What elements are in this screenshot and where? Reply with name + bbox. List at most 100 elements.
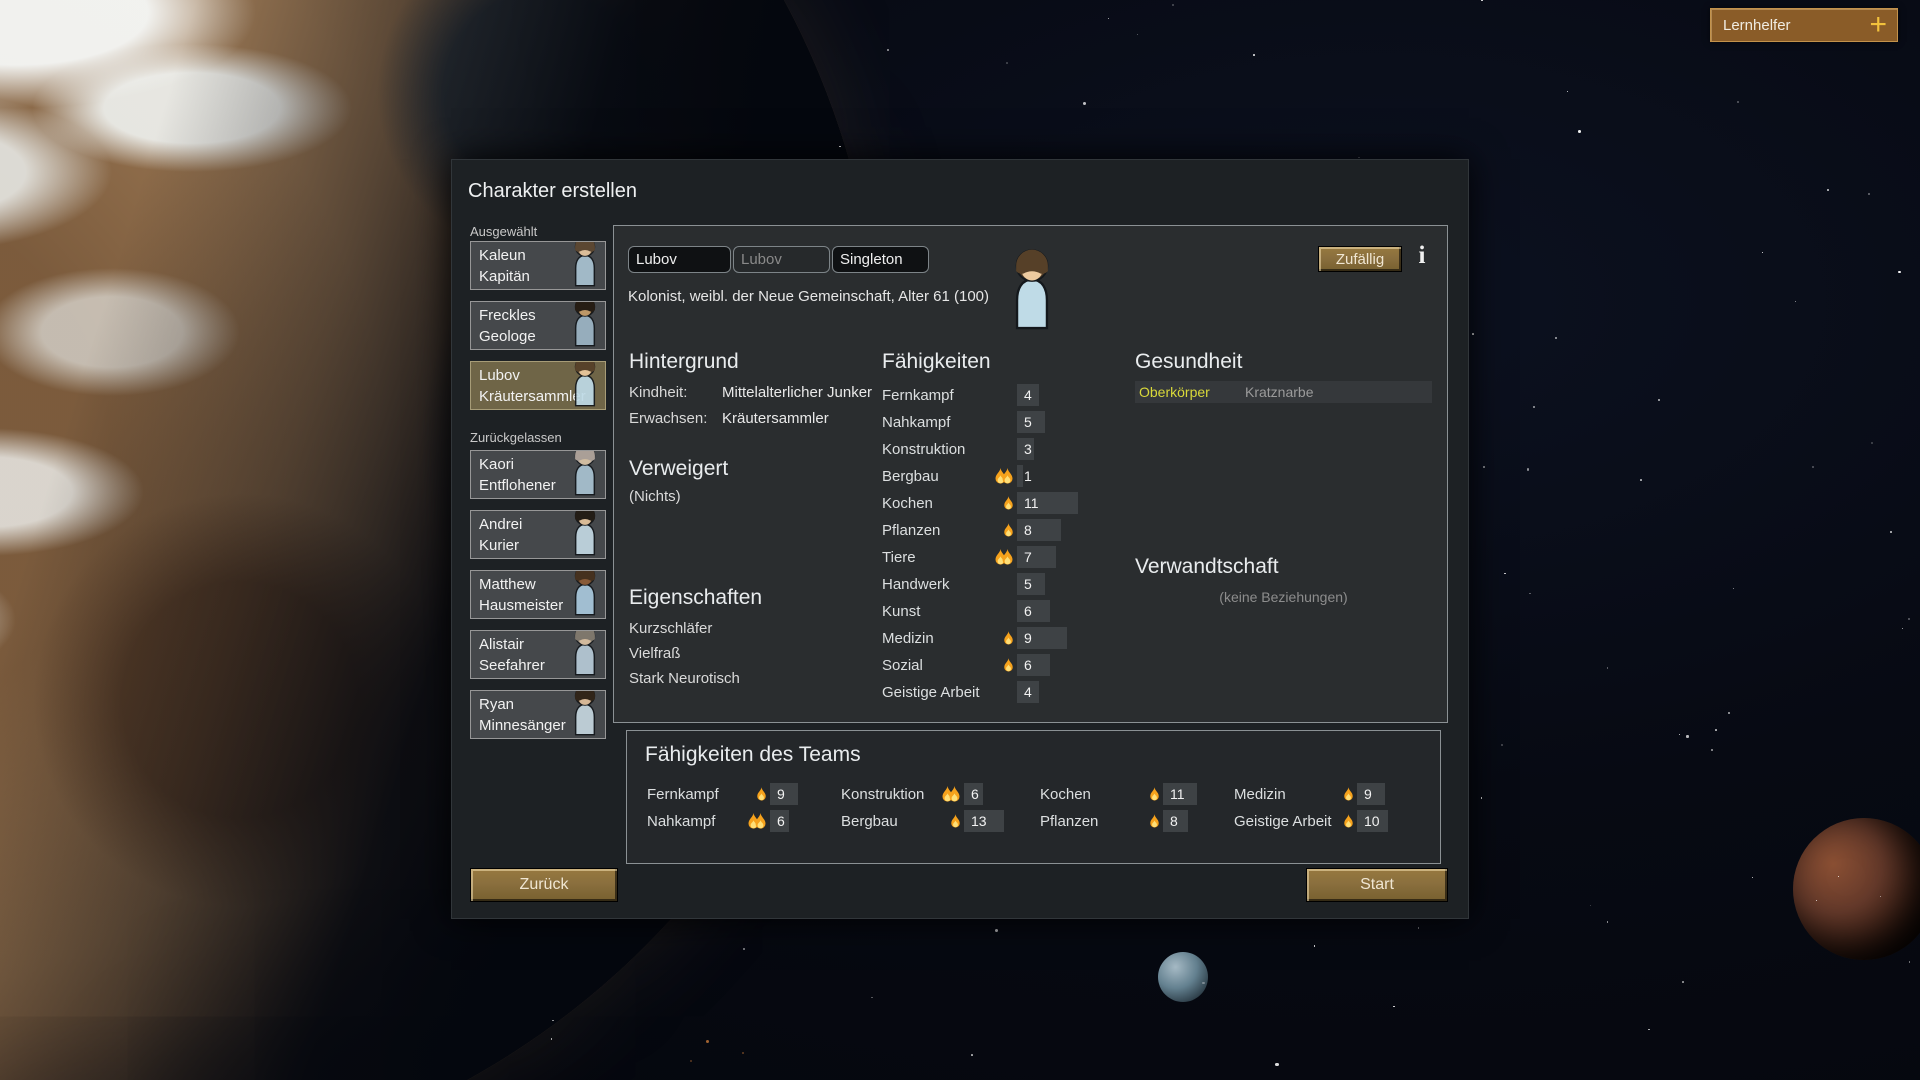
health-bodypart: Oberkörper xyxy=(1139,384,1210,400)
start-button[interactable]: Start xyxy=(1306,868,1448,902)
star xyxy=(1732,588,1734,590)
skill-value: 4 xyxy=(1024,684,1032,700)
star xyxy=(1681,980,1684,983)
skill-level-bar: 6 xyxy=(770,810,789,832)
star xyxy=(1870,442,1873,445)
roster-entry[interactable]: Lubov Kräutersammler xyxy=(470,361,606,410)
incapable-value: (Nichts) xyxy=(629,488,681,505)
childhood-value: Mittelalterlicher Junker xyxy=(722,384,873,401)
pawn-portrait-icon xyxy=(563,302,605,349)
roster-entry[interactable]: Matthew Hausmeister xyxy=(470,570,606,619)
roster-entry[interactable]: Kaori Entflohener xyxy=(470,450,606,499)
trait-item: Stark Neurotisch xyxy=(629,670,740,687)
star xyxy=(1108,17,1110,19)
passion-minor-icon xyxy=(1328,786,1354,802)
expand-plus-icon[interactable]: + xyxy=(1869,10,1887,40)
skill-level-bar: 9 xyxy=(770,783,798,805)
star xyxy=(1879,895,1882,897)
skill-level-bar: 7 xyxy=(1017,546,1056,568)
learning-helper-panel: Lernhelfer + xyxy=(1710,8,1898,42)
roster-entry-role: Seefahrer xyxy=(479,657,545,674)
roster-entry[interactable]: Freckles Geologe xyxy=(470,301,606,350)
skill-row: Nahkampf 5 xyxy=(882,411,1078,433)
skill-level-bar: 4 xyxy=(1017,681,1039,703)
character-creation-dialog: Charakter erstellen Ausgewählt Kaleun Kap… xyxy=(451,159,1469,919)
skill-label: Pflanzen xyxy=(1040,812,1099,830)
skills-column: Fähigkeiten Fernkampf 4 Nahkampf 5 Konstrukt… xyxy=(882,350,1132,710)
skill-level-bar: 8 xyxy=(1163,810,1188,832)
team-skills-column: Konstruktion 6 Bergbau 13 xyxy=(841,783,1004,837)
back-button[interactable]: Zurück xyxy=(470,868,618,902)
skill-value: 6 xyxy=(1024,603,1032,619)
roster-entry[interactable]: Andrei Kurier xyxy=(470,510,606,559)
roster-entry-name: Alistair xyxy=(479,636,525,653)
health-row: Oberkörper Kratznarbe xyxy=(1135,381,1432,403)
passion-major-icon xyxy=(982,548,1014,566)
skill-value: 10 xyxy=(1364,813,1380,829)
background-column: Hintergrund Kindheit: Mittelalterlicher … xyxy=(629,350,879,710)
star xyxy=(1202,981,1205,985)
skill-value: 11 xyxy=(1170,786,1185,802)
star xyxy=(1761,251,1763,254)
roster-entry-text: Matthew Hausmeister xyxy=(479,574,563,616)
roster-entry[interactable]: Ryan Minnesänger xyxy=(470,690,606,739)
skill-label: Kochen xyxy=(1040,785,1091,803)
first-name-input[interactable] xyxy=(628,246,731,273)
dialog-title: Charakter erstellen xyxy=(468,180,637,202)
info-icon[interactable]: i xyxy=(1414,242,1430,270)
passion-minor-icon xyxy=(935,813,961,829)
skill-level-bar: 6 xyxy=(1017,600,1050,622)
moon xyxy=(1793,818,1920,960)
roster-leftbehind-header: Zurückgelassen xyxy=(470,430,562,445)
skill-row: Kochen 11 xyxy=(1040,783,1197,805)
passion-major-icon xyxy=(982,467,1014,485)
star xyxy=(1172,4,1175,7)
randomize-button[interactable]: Zufällig xyxy=(1318,246,1402,272)
passion-minor-icon xyxy=(982,630,1014,646)
skill-value: 8 xyxy=(1024,522,1032,538)
star xyxy=(1898,270,1901,273)
skill-label: Kunst xyxy=(882,602,921,620)
skill-label: Konstruktion xyxy=(882,440,966,458)
roster-entry-text: Andrei Kurier xyxy=(479,514,522,556)
skill-row: Handwerk 5 xyxy=(882,573,1078,595)
pawn-portrait-icon xyxy=(563,631,605,678)
skill-row: Medizin 9 xyxy=(1234,783,1388,805)
roster-entry-role: Entflohener xyxy=(479,477,556,494)
roster-entry-name: Kaleun xyxy=(479,247,526,264)
skill-level-bar: 13 xyxy=(964,810,1004,832)
team-skills-panel: Fähigkeiten des Teams Fernkampf 9 Nahkampf… xyxy=(626,730,1441,864)
pawn-portrait-icon xyxy=(563,451,605,498)
star xyxy=(1393,1005,1396,1008)
star xyxy=(1555,336,1557,339)
childhood-label: Kindheit: xyxy=(629,384,688,401)
star xyxy=(1253,53,1255,56)
star xyxy=(1811,465,1815,468)
roster-entry[interactable]: Kaleun Kapitän xyxy=(470,241,606,290)
skill-row: Fernkampf 9 xyxy=(647,783,798,805)
skill-row: Fernkampf 4 xyxy=(882,384,1078,406)
health-condition: Kratznarbe xyxy=(1245,384,1314,400)
pawn-portrait-icon xyxy=(563,691,605,738)
skill-value: 4 xyxy=(1024,387,1032,403)
star xyxy=(550,1038,552,1040)
star xyxy=(1082,102,1087,106)
skill-value: 5 xyxy=(1024,576,1032,592)
adulthood-label: Erwachsen: xyxy=(629,410,708,427)
star xyxy=(1529,592,1531,595)
skill-label: Geistige Arbeit xyxy=(1234,812,1332,830)
star xyxy=(1483,466,1486,469)
star xyxy=(1711,748,1714,751)
last-name-input[interactable] xyxy=(832,246,929,273)
skill-label: Geistige Arbeit xyxy=(882,683,980,701)
skill-row: Kunst 6 xyxy=(882,600,1078,622)
roster-entry-text: Freckles Geologe xyxy=(479,305,536,347)
skill-label: Fernkampf xyxy=(882,386,954,404)
star xyxy=(1590,904,1592,906)
roster-entry-name: Kaori xyxy=(479,456,515,473)
nickname-input[interactable] xyxy=(733,246,830,273)
skill-row: Pflanzen 8 xyxy=(1040,810,1197,832)
star xyxy=(1005,62,1008,64)
roster-entry[interactable]: Alistair Seefahrer xyxy=(470,630,606,679)
passion-major-icon xyxy=(741,812,767,830)
